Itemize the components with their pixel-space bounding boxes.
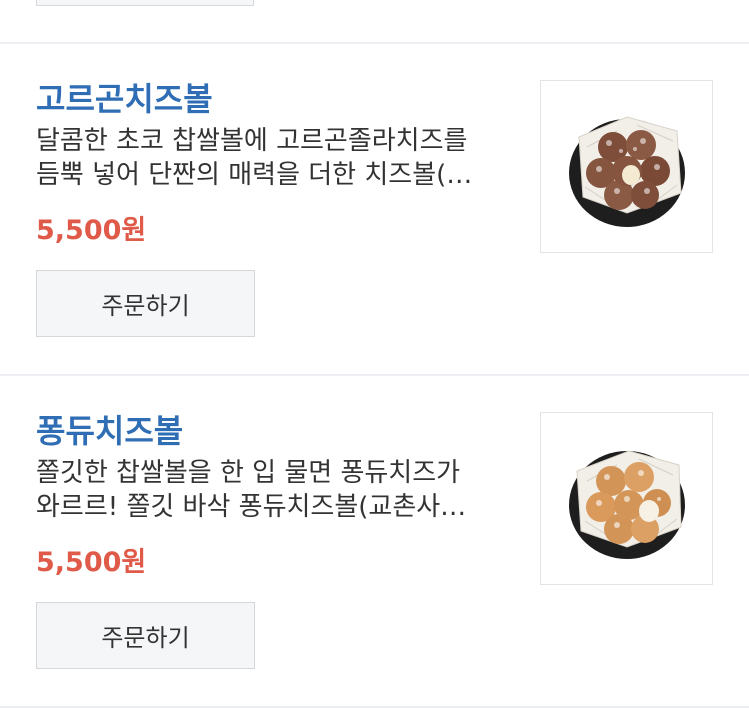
item-title[interactable]: 퐁듀치즈볼 bbox=[36, 406, 183, 452]
item-description: 달콤한 초코 찹쌀볼에 고르곤졸라치즈를 듬뿍 넣어 단짠의 매력을 더한 치즈… bbox=[36, 124, 506, 192]
order-button[interactable]: 주문하기 bbox=[36, 270, 255, 337]
item-description-line: 쫄깃한 찹쌀볼을 한 입 물면 퐁듀치즈가 bbox=[36, 458, 461, 488]
menu-item-fondue-cheese-ball: 퐁듀치즈볼 쫄깃한 찹쌀볼을 한 입 물면 퐁듀치즈가 와르르! 쫄깃 바삭 퐁… bbox=[0, 376, 749, 706]
item-description-line: 와르르! 쫄깃 바삭 퐁듀치즈볼(교촌사… bbox=[36, 492, 467, 522]
item-thumbnail[interactable] bbox=[540, 412, 713, 585]
order-button[interactable]: 주문하기 bbox=[36, 602, 255, 669]
item-price: 5,500원 bbox=[36, 547, 147, 578]
item-description-line: 달콤한 초코 찹쌀볼에 고르곤졸라치즈를 bbox=[36, 126, 468, 156]
previous-order-button[interactable] bbox=[36, 0, 254, 6]
cheese-ball-dish-image bbox=[568, 449, 685, 559]
item-title[interactable]: 고르곤치즈볼 bbox=[36, 74, 213, 120]
item-price: 5,500원 bbox=[36, 215, 147, 246]
item-thumbnail[interactable] bbox=[540, 80, 713, 253]
menu-item-gorgon-cheese-ball: 고르곤치즈볼 달콤한 초코 찹쌀볼에 고르곤졸라치즈를 듬뿍 넣어 단짠의 매력… bbox=[0, 44, 749, 374]
cheese-ball-dish-image bbox=[568, 115, 685, 227]
item-description: 쫄깃한 찹쌀볼을 한 입 물면 퐁듀치즈가 와르르! 쫄깃 바삭 퐁듀치즈볼(교… bbox=[36, 456, 506, 524]
item-description-line: 듬뿍 넣어 단짠의 매력을 더한 치즈볼(… bbox=[36, 160, 473, 190]
